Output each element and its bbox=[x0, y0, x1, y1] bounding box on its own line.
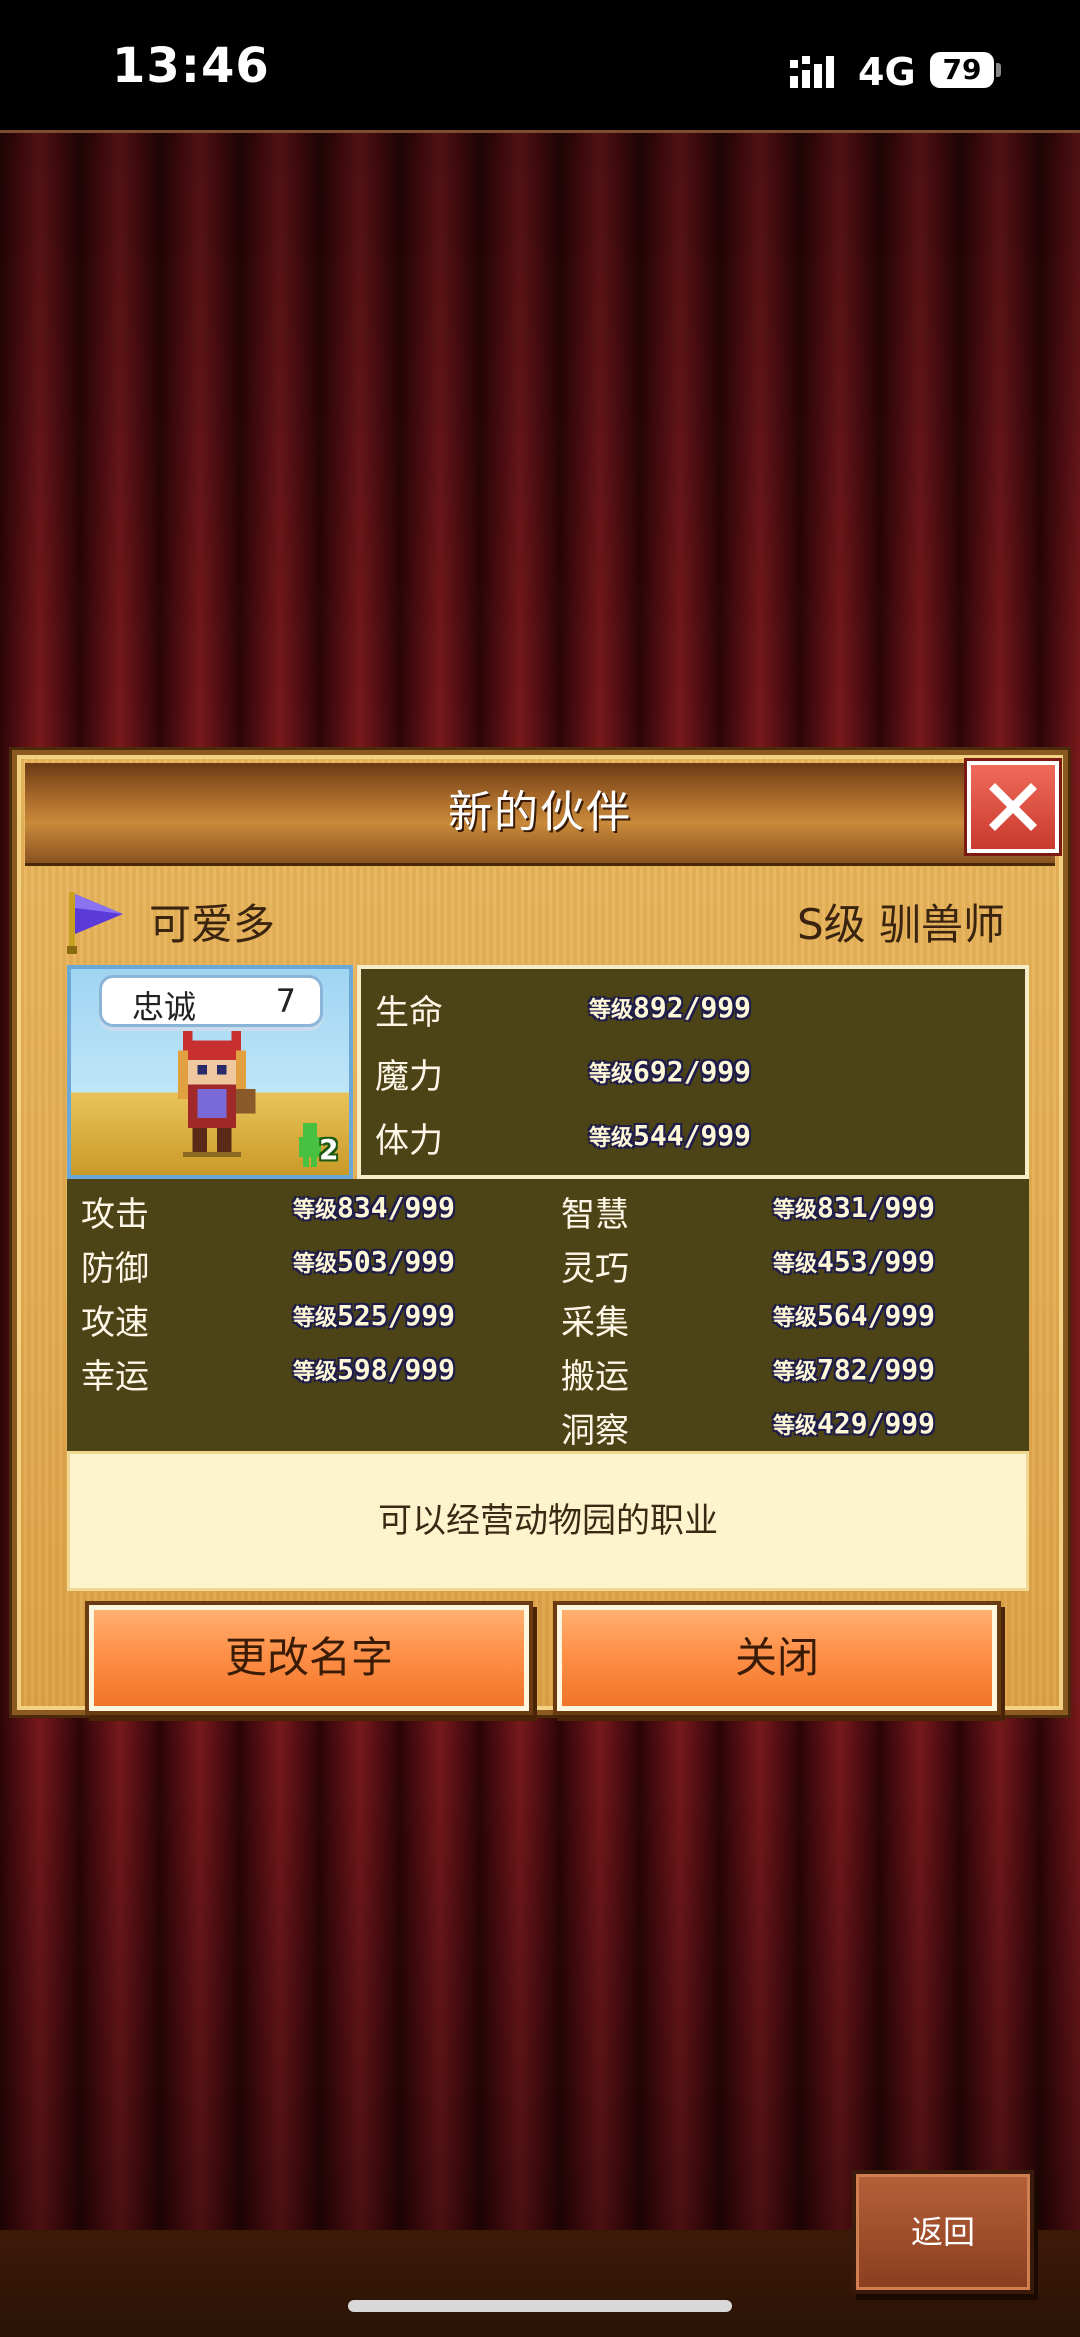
status-bar: 13:46 4G 79 bbox=[0, 0, 1080, 132]
signal-icon bbox=[790, 56, 834, 88]
character-portrait: 忠诚 7 2 bbox=[67, 965, 353, 1179]
stat-label-defense: 防御 bbox=[81, 1249, 149, 1289]
new-companion-dialog: 新的伙伴 可爱多 S级 驯兽师 忠诚 7 2 生命 等级892/999 魔力 等… bbox=[12, 750, 1068, 1715]
level-prefix: 等级 bbox=[773, 1360, 818, 1385]
stat-value: 834 bbox=[337, 1191, 388, 1224]
stat-level-dexterity: 等级453/999 bbox=[773, 1245, 936, 1278]
stat-value: 892 bbox=[633, 991, 684, 1024]
level-prefix: 等级 bbox=[589, 1062, 634, 1087]
stat-value: 544 bbox=[633, 1119, 684, 1152]
stat-max: 999 bbox=[404, 1353, 456, 1386]
stat-label-stamina: 体力 bbox=[375, 1121, 443, 1161]
stat-label-carrying: 搬运 bbox=[561, 1357, 629, 1397]
stat-level-defense: 等级503/999 bbox=[293, 1245, 456, 1278]
stat-label-attack: 攻击 bbox=[81, 1195, 149, 1235]
level-prefix: 等级 bbox=[773, 1252, 818, 1277]
stat-max: 999 bbox=[884, 1245, 936, 1278]
close-dialog-button-label: 关闭 bbox=[734, 1633, 819, 1682]
network-type: 4G bbox=[858, 50, 916, 94]
secondary-stats-panel: 攻击 等级834/999 防御 等级503/999 攻速 等级525/999 幸… bbox=[67, 1179, 1029, 1451]
stat-level-carrying: 等级782/999 bbox=[773, 1353, 936, 1386]
stat-level-attack-speed: 等级525/999 bbox=[293, 1299, 456, 1332]
stat-max: 999 bbox=[884, 1299, 936, 1332]
stat-label-wisdom: 智慧 bbox=[561, 1195, 629, 1235]
stat-level-mp: 等级692/999 bbox=[589, 1055, 752, 1088]
stat-label-gathering: 采集 bbox=[561, 1303, 629, 1343]
status-time: 13:46 bbox=[112, 38, 270, 94]
stat-max: 999 bbox=[404, 1299, 456, 1332]
battery-tip bbox=[996, 63, 1001, 77]
stat-level-stamina: 等级544/999 bbox=[589, 1119, 752, 1152]
stat-value: 831 bbox=[817, 1191, 868, 1224]
stat-label-attack-speed: 攻速 bbox=[81, 1303, 149, 1343]
stat-max: 999 bbox=[884, 1191, 936, 1224]
stat-max: 999 bbox=[700, 1119, 752, 1152]
loyalty-value: 7 bbox=[275, 982, 296, 1020]
stat-label-insight: 洞察 bbox=[561, 1411, 629, 1451]
rename-button-label: 更改名字 bbox=[224, 1633, 393, 1682]
dialog-header: 新的伙伴 bbox=[25, 763, 1055, 866]
stat-max: 999 bbox=[884, 1407, 936, 1440]
level-prefix: 等级 bbox=[293, 1198, 338, 1223]
back-button-label: 返回 bbox=[910, 2213, 975, 2251]
loyalty-label: 忠诚 bbox=[132, 988, 197, 1026]
stat-label-hp: 生命 bbox=[375, 993, 443, 1033]
flag-icon bbox=[67, 892, 123, 954]
stat-level-luck: 等级598/999 bbox=[293, 1353, 456, 1386]
level-prefix: 等级 bbox=[773, 1306, 818, 1331]
stat-value: 503 bbox=[337, 1245, 388, 1278]
level-prefix: 等级 bbox=[589, 998, 634, 1023]
stat-max: 999 bbox=[700, 1055, 752, 1088]
stat-level-insight: 等级429/999 bbox=[773, 1407, 936, 1440]
level-prefix: 等级 bbox=[293, 1252, 338, 1277]
battery-icon: 79 bbox=[930, 52, 1002, 88]
stat-max: 999 bbox=[404, 1245, 456, 1278]
stat-label-mp: 魔力 bbox=[375, 1057, 443, 1097]
stat-level-gathering: 等级564/999 bbox=[773, 1299, 936, 1332]
loyalty-badge: 忠诚 7 bbox=[99, 975, 323, 1027]
job-description-box: 可以经营动物园的职业 bbox=[67, 1451, 1029, 1591]
stat-value: 525 bbox=[337, 1299, 388, 1332]
stat-value: 598 bbox=[337, 1353, 388, 1386]
stat-level-attack: 等级834/999 bbox=[293, 1191, 456, 1224]
level-prefix: 等级 bbox=[293, 1306, 338, 1331]
stat-value: 564 bbox=[817, 1299, 868, 1332]
character-rank-class: S级 驯兽师 bbox=[796, 900, 1005, 949]
level-prefix: 等级 bbox=[773, 1198, 818, 1223]
level-prefix: 等级 bbox=[773, 1414, 818, 1439]
member-count: 2 bbox=[319, 1133, 339, 1166]
stat-label-luck: 幸运 bbox=[81, 1357, 149, 1397]
stat-max: 999 bbox=[700, 991, 752, 1024]
close-icon bbox=[989, 783, 1037, 831]
back-button[interactable]: 返回 bbox=[852, 2170, 1034, 2294]
character-name: 可爱多 bbox=[149, 900, 276, 949]
stat-value: 429 bbox=[817, 1407, 868, 1440]
close-button[interactable] bbox=[967, 761, 1059, 853]
rename-button[interactable]: 更改名字 bbox=[89, 1605, 529, 1711]
stat-value: 692 bbox=[633, 1055, 684, 1088]
stat-max: 999 bbox=[404, 1191, 456, 1224]
level-prefix: 等级 bbox=[293, 1360, 338, 1385]
stat-value: 782 bbox=[817, 1353, 868, 1386]
level-prefix: 等级 bbox=[589, 1126, 634, 1151]
home-indicator[interactable] bbox=[348, 2300, 732, 2312]
close-dialog-button[interactable]: 关闭 bbox=[557, 1605, 997, 1711]
stat-label-dexterity: 灵巧 bbox=[561, 1249, 629, 1289]
stat-value: 453 bbox=[817, 1245, 868, 1278]
stat-level-hp: 等级892/999 bbox=[589, 991, 752, 1024]
character-sprite bbox=[178, 1031, 256, 1157]
dialog-title: 新的伙伴 bbox=[448, 787, 632, 838]
primary-stats-panel: 生命 等级892/999 魔力 等级692/999 体力 等级544/999 bbox=[357, 965, 1029, 1179]
stat-max: 999 bbox=[884, 1353, 936, 1386]
battery-level: 79 bbox=[930, 52, 994, 88]
job-description: 可以经营动物园的职业 bbox=[378, 1501, 718, 1541]
stat-level-wisdom: 等级831/999 bbox=[773, 1191, 936, 1224]
